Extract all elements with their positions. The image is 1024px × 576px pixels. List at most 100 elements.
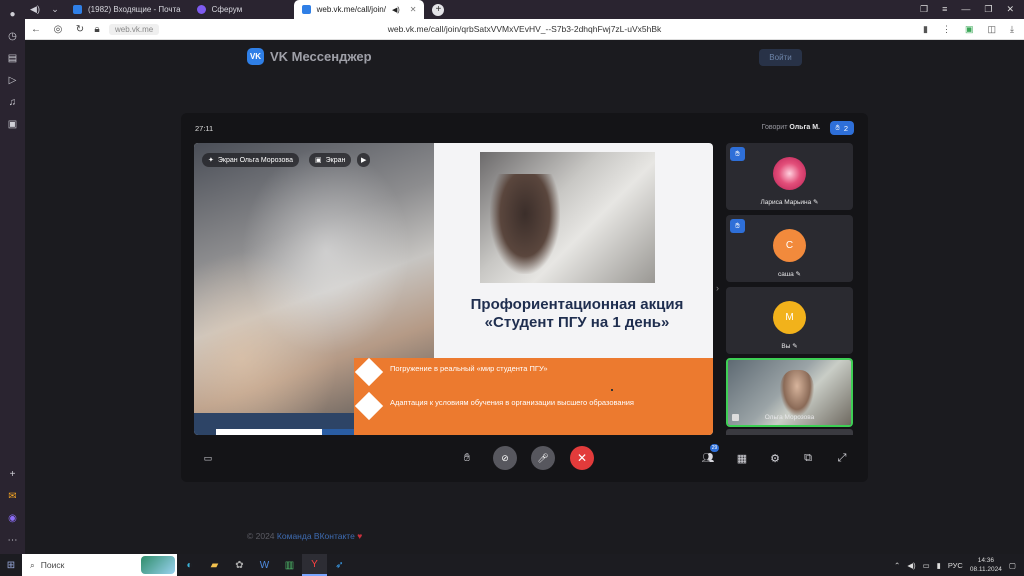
screen-label: Экран bbox=[325, 156, 346, 164]
close-icon: ✕ bbox=[576, 451, 588, 465]
language-indicator[interactable]: РУС bbox=[948, 561, 963, 570]
more-vertical-icon[interactable]: ⋮ bbox=[942, 24, 951, 35]
browser-sidebar: ● ◷ ▤ ▷ ♫ ▣ + ✉ ◉ ⋯ bbox=[0, 0, 25, 554]
slide-bullet-2: Адаптация к условиям обучения в организа… bbox=[390, 398, 634, 407]
address-actions: ▮ ⋮ ▣ ◫ ⤓ bbox=[923, 24, 1024, 35]
hand-icon: ✋︎ bbox=[463, 451, 471, 464]
grid-view-button[interactable]: ▦ bbox=[730, 446, 754, 470]
call-window: 27:11 Говорит Ольга М. ✋︎ 2 Профориентац… bbox=[181, 113, 868, 482]
mic-off-icon: ✎︎ bbox=[813, 199, 819, 206]
participant-tile[interactable]: ✋︎ Лариса Марьина ✎︎ bbox=[726, 143, 853, 210]
participants-count-badge: 29 bbox=[710, 444, 719, 452]
pin-icon: ✦ bbox=[208, 157, 214, 164]
video-icon[interactable]: ▷ bbox=[5, 72, 21, 88]
tab-mail[interactable]: (1982) Входящие - Почта bbox=[65, 0, 189, 19]
tabs-menu-chevron-icon[interactable]: ⌄ bbox=[45, 0, 65, 19]
screen-chip[interactable]: ▣ Экран bbox=[309, 153, 352, 167]
app-icon[interactable]: ✿ bbox=[227, 554, 252, 576]
restore-icon[interactable]: ❐ bbox=[984, 4, 992, 15]
app-icon[interactable]: ➶ bbox=[327, 554, 352, 576]
raised-hands-button[interactable]: ✋︎ 2 bbox=[829, 121, 854, 135]
participant-tile-partial[interactable] bbox=[726, 429, 853, 435]
share-screen-button[interactable]: ▭ bbox=[196, 446, 220, 470]
notifications-icon[interactable]: ▢ bbox=[1009, 561, 1016, 570]
taskbar-search[interactable]: ⌕ Поиск bbox=[22, 554, 177, 576]
tab-sferum[interactable]: Сферум bbox=[189, 0, 294, 19]
hand-raised-icon: ✋︎ bbox=[730, 219, 745, 233]
tab-audio-icon[interactable]: ◀) bbox=[392, 6, 400, 14]
pip-button[interactable]: ⧉ bbox=[796, 446, 820, 470]
edge-icon[interactable]: ◐ bbox=[177, 554, 202, 576]
participants-button[interactable]: 👥︎ 29 bbox=[696, 444, 720, 470]
mail-favicon-icon bbox=[73, 5, 82, 14]
screen-owner-chip[interactable]: ✦ Экран Ольга Морозова bbox=[202, 153, 299, 167]
chevron-right-icon[interactable]: › bbox=[716, 283, 719, 293]
sound-icon[interactable]: ◀) bbox=[25, 0, 45, 19]
menu-icon[interactable]: ≡ bbox=[942, 4, 947, 15]
word-icon[interactable]: W bbox=[252, 554, 277, 576]
battery-icon[interactable]: ▮ bbox=[937, 561, 941, 570]
downloads-icon[interactable]: ⤓ bbox=[1010, 24, 1014, 35]
vk-logo[interactable]: VK bbox=[247, 48, 264, 65]
fullscreen-icon: ⤢ bbox=[837, 451, 847, 464]
chevron-up-icon[interactable]: ⌃ bbox=[894, 561, 900, 570]
notes-icon[interactable]: ▣ bbox=[5, 116, 21, 132]
reload-icon[interactable]: ↻ bbox=[69, 24, 91, 35]
heart-icon: ♥ bbox=[357, 531, 363, 541]
minimize-icon[interactable]: — bbox=[961, 4, 970, 15]
raise-hand-button[interactable]: ✋︎ bbox=[455, 446, 479, 470]
settings-button[interactable]: ⚙ bbox=[763, 446, 787, 470]
shared-screen[interactable]: Профориентационная акция «Студент ПГУ на… bbox=[194, 143, 713, 435]
bookmark-icon[interactable]: ▮ bbox=[923, 24, 928, 35]
tab-vk-call[interactable]: web.vk.me/call/join/ ◀) ✕ bbox=[293, 0, 425, 19]
music-icon[interactable]: ♫ bbox=[5, 94, 21, 110]
mail-icon[interactable]: ✉ bbox=[5, 488, 21, 504]
participant-tile[interactable]: ✋︎ С саша ✎︎ bbox=[726, 215, 853, 282]
alice-icon[interactable]: ◉ bbox=[5, 510, 21, 526]
sound-icon[interactable]: ◀) bbox=[907, 561, 915, 570]
sidebar-toggle-icon[interactable]: ◫ bbox=[988, 24, 997, 35]
speaking-name: Ольга М. bbox=[789, 124, 820, 131]
network-icon[interactable]: ▭ bbox=[923, 561, 930, 570]
extension-icon[interactable]: ▣ bbox=[965, 24, 974, 35]
collections-icon[interactable]: ▤ bbox=[5, 50, 21, 66]
close-tab-icon[interactable]: ✕ bbox=[410, 5, 417, 14]
more-icon[interactable]: ⋯ bbox=[5, 532, 21, 548]
yandex-browser-icon[interactable]: Y bbox=[302, 554, 327, 576]
hand-icon: ✋︎ bbox=[835, 123, 840, 132]
add-panel-icon[interactable]: + bbox=[5, 466, 21, 482]
bookmarks-panel-icon[interactable]: ❐ bbox=[920, 4, 928, 15]
participant-tile-speaking[interactable]: Ольга Морозова bbox=[726, 358, 853, 427]
close-window-icon[interactable]: ✕ bbox=[1006, 4, 1014, 15]
grid-icon: ▦ bbox=[736, 452, 748, 465]
tab-strip: ◀) ⌄ (1982) Входящие - Почта Сферум web.… bbox=[25, 0, 1024, 19]
page-title: VK Мессенджер bbox=[270, 49, 372, 64]
clock[interactable]: 14:36 08.11.2024 bbox=[970, 556, 1002, 574]
lock-icon[interactable]: 🔒︎ bbox=[91, 24, 103, 35]
vk-favicon-icon bbox=[301, 5, 311, 14]
history-icon[interactable]: ◷ bbox=[5, 28, 21, 44]
camera-toggle-button[interactable]: ⊘ bbox=[493, 446, 517, 470]
protect-icon[interactable]: ◎ bbox=[47, 24, 69, 35]
search-placeholder: Поиск bbox=[40, 560, 65, 570]
fullscreen-button[interactable]: ⤢ bbox=[830, 446, 854, 470]
avatar bbox=[773, 157, 806, 190]
login-button[interactable]: Войти bbox=[759, 49, 802, 66]
new-tab-button[interactable]: + bbox=[432, 3, 445, 16]
mic-toggle-button[interactable]: 🎤︎ bbox=[531, 446, 555, 470]
excel-icon[interactable]: ▥ bbox=[277, 554, 302, 576]
team-link[interactable]: Команда ВКонтакте bbox=[277, 531, 355, 541]
participant-tile[interactable]: М Вы ✎︎ bbox=[726, 287, 853, 354]
domain-chip[interactable]: web.vk.me bbox=[109, 23, 160, 35]
back-icon[interactable]: ← bbox=[25, 24, 47, 35]
participant-name: саша ✎︎ bbox=[778, 271, 801, 278]
slide-title: Профориентационная акция «Студент ПГУ на… bbox=[446, 296, 708, 332]
profile-icon[interactable]: ● bbox=[5, 6, 21, 22]
url-text[interactable]: web.vk.me/call/join/qrbSatxVVMxVEvHV_--S… bbox=[25, 24, 1024, 34]
end-call-button[interactable]: ✕ bbox=[570, 446, 594, 470]
call-timer: 27:11 bbox=[195, 124, 214, 133]
screen-owner-label: Экран Ольга Морозова bbox=[217, 156, 293, 164]
start-button[interactable]: ⊞ bbox=[0, 560, 22, 571]
screen-share-icon: ▣ bbox=[315, 157, 322, 164]
file-explorer-icon[interactable]: ▰ bbox=[202, 554, 227, 576]
